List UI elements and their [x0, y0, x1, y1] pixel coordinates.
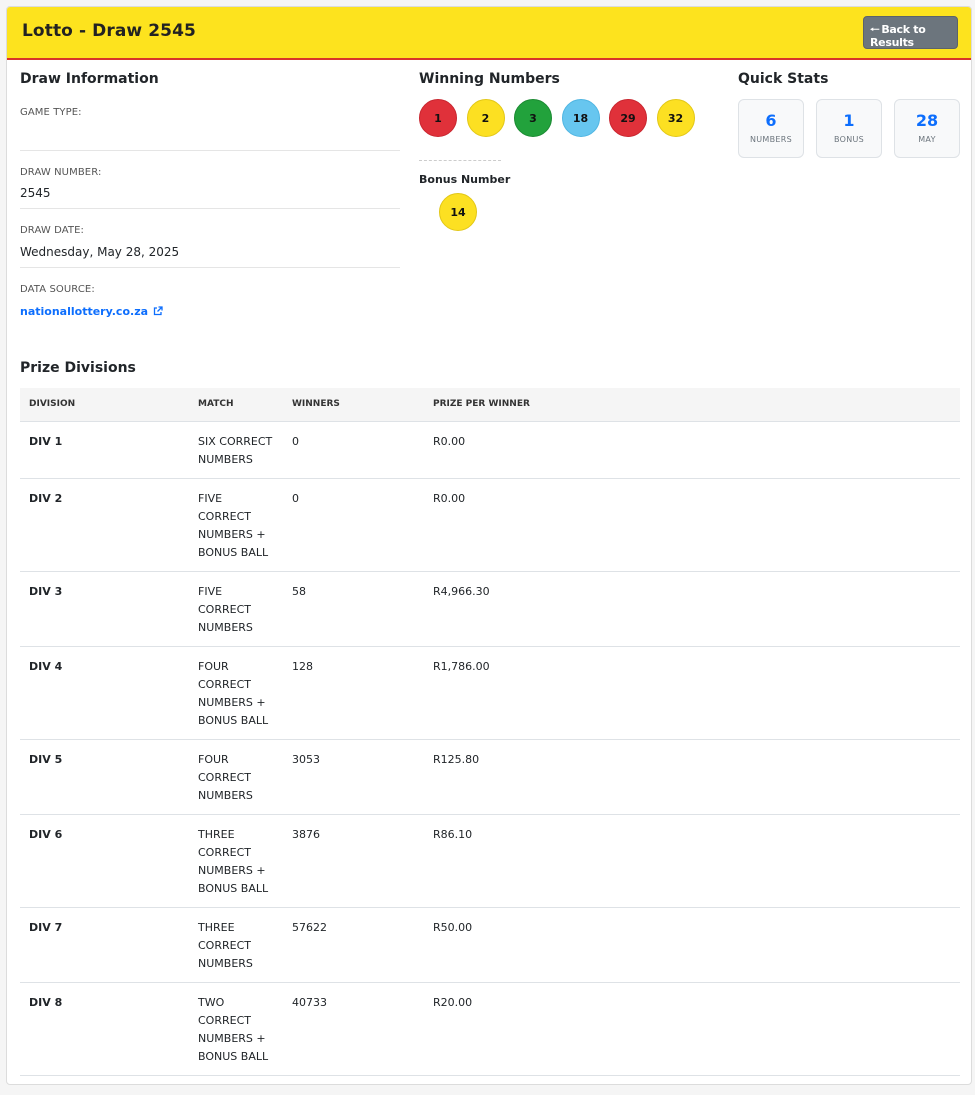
column-header-match: MATCH	[189, 388, 283, 422]
draw-details-card: Lotto - Draw 2545 🠐 Back to Results Draw …	[6, 6, 972, 1085]
winners-cell: 58	[283, 571, 424, 647]
division-cell: DIV 4	[20, 646, 189, 740]
winning-ball: 29	[609, 99, 647, 137]
table-row: DIV 8 TWO CORRECT NUMBERS + BONUS BALL 407…	[20, 982, 960, 1076]
winning-ball: 1	[419, 99, 457, 137]
table-row: DIV 7 THREE CORRECT NUMBERS 57622 R50.00	[20, 907, 960, 983]
bonus-number-label: Bonus Number	[419, 173, 511, 186]
bonus-divider	[419, 160, 501, 161]
prize-cell: R0.00	[424, 478, 960, 572]
draw-number-label: DRAW NUMBER:	[20, 167, 102, 178]
page-title: Lotto - Draw 2545	[22, 21, 196, 41]
stat-bonus: 1 BONUS	[816, 99, 882, 158]
winning-ball: 32	[656, 99, 695, 137]
stat-label: MAY	[918, 135, 936, 144]
division-cell: DIV 5	[20, 739, 189, 815]
division-cell: DIV 1	[20, 421, 189, 479]
winning-ball: 3	[514, 99, 552, 137]
prize-cell: R86.10	[424, 814, 960, 908]
stat-value: 1	[843, 111, 855, 130]
data-source-label: DATA SOURCE:	[20, 284, 95, 295]
match-cell: FIVE CORRECT NUMBERS + BONUS BALL	[189, 478, 283, 572]
data-source-link[interactable]: nationallottery.co.za	[20, 305, 163, 318]
division-cell: DIV 8	[20, 982, 189, 1076]
match-cell: TWO CORRECT NUMBERS + BONUS BALL	[189, 982, 283, 1076]
quick-stats-title: Quick Stats	[738, 71, 829, 87]
match-cell: FOUR CORRECT NUMBERS	[189, 739, 283, 815]
winners-cell: 57622	[283, 907, 424, 983]
division-cell: DIV 3	[20, 571, 189, 647]
back-to-results-button[interactable]: 🠐 Back to Results	[863, 16, 958, 49]
stat-label: BONUS	[833, 135, 865, 144]
prize-cell: R0.00	[424, 421, 960, 479]
match-cell: FIVE CORRECT NUMBERS	[189, 571, 283, 647]
prize-divisions-table: DIVISION MATCH WINNERS PRIZE PER WINNER …	[20, 388, 960, 1076]
division-cell: DIV 2	[20, 478, 189, 572]
info-divider	[20, 150, 400, 151]
draw-info-title: Draw Information	[20, 71, 159, 87]
table-row: DIV 6 THREE CORRECT NUMBERS + BONUS BALL 3…	[20, 814, 960, 908]
stat-numbers: 6 NUMBERS	[738, 99, 804, 158]
arrow-left-icon: 🠐	[870, 23, 880, 36]
winning-ball: 18	[561, 99, 600, 137]
column-header-division: DIVISION	[20, 388, 189, 422]
prize-cell: R4,966.30	[424, 571, 960, 647]
winners-cell: 0	[283, 478, 424, 572]
winners-cell: 128	[283, 646, 424, 740]
draw-number-value: 2545	[20, 186, 51, 200]
table-row: DIV 1 SIX CORRECT NUMBERS 0 R0.00	[20, 421, 960, 479]
stat-month: 28 MAY	[894, 99, 960, 158]
winning-ball: 2	[466, 99, 505, 137]
match-cell: FOUR CORRECT NUMBERS + BONUS BALL	[189, 646, 283, 740]
match-cell: THREE CORRECT NUMBERS + BONUS BALL	[189, 814, 283, 908]
external-link-icon	[153, 306, 163, 316]
draw-date-label: DRAW DATE:	[20, 225, 84, 236]
stat-value: 6	[765, 111, 777, 130]
prize-rows: DIV 1 SIX CORRECT NUMBERS 0 R0.00 DIV 2 FIVE …	[20, 421, 960, 1076]
card-header: Lotto - Draw 2545 🠐 Back to Results	[7, 7, 971, 60]
winning-numbers-title: Winning Numbers	[419, 71, 560, 87]
table-header-row: DIVISION MATCH WINNERS PRIZE PER WINNER	[20, 388, 960, 422]
info-divider	[20, 267, 400, 268]
column-header-winners: WINNERS	[283, 388, 424, 422]
prize-cell: R1,786.00	[424, 646, 960, 740]
table-row: DIV 2 FIVE CORRECT NUMBERS + BONUS BALL 0 R…	[20, 478, 960, 572]
column-header-prize: PRIZE PER WINNER	[424, 388, 960, 422]
bonus-ball: 14	[439, 193, 477, 231]
data-source-text: nationallottery.co.za	[20, 305, 149, 318]
stat-label: NUMBERS	[749, 135, 793, 144]
prize-cell: R20.00	[424, 982, 960, 1076]
division-cell: DIV 6	[20, 814, 189, 908]
prize-cell: R50.00	[424, 907, 960, 983]
winners-cell: 40733	[283, 982, 424, 1076]
stat-value: 28	[915, 111, 939, 130]
table-row: DIV 4 FOUR CORRECT NUMBERS + BONUS BALL 12…	[20, 646, 960, 740]
prize-divisions-title: Prize Divisions	[20, 360, 136, 376]
draw-date-value: Wednesday, May 28, 2025	[20, 245, 180, 259]
match-cell: THREE CORRECT NUMBERS	[189, 907, 283, 983]
match-cell: SIX CORRECT NUMBERS	[189, 421, 283, 479]
division-cell: DIV 7	[20, 907, 189, 983]
winners-cell: 0	[283, 421, 424, 479]
info-divider	[20, 208, 400, 209]
prize-cell: R125.80	[424, 739, 960, 815]
winners-cell: 3876	[283, 814, 424, 908]
table-row: DIV 5 FOUR CORRECT NUMBERS 3053 R125.80	[20, 739, 960, 815]
winners-cell: 3053	[283, 739, 424, 815]
game-type-label: GAME TYPE:	[20, 107, 82, 118]
table-row: DIV 3 FIVE CORRECT NUMBERS 58 R4,966.30	[20, 571, 960, 647]
